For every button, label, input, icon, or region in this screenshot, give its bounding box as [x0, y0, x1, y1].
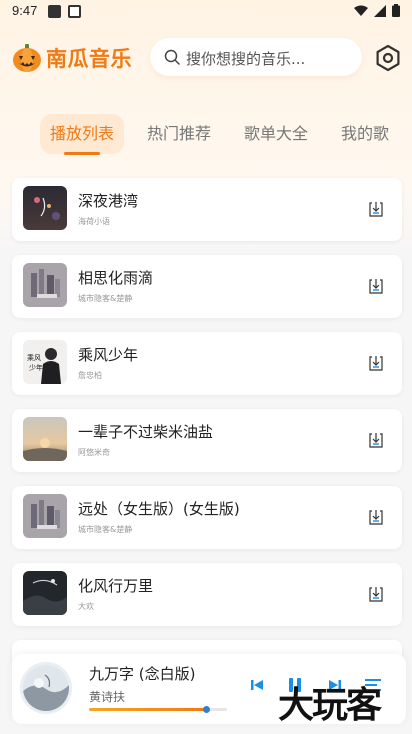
search-placeholder: 搜你想搜的音乐... [186, 50, 306, 68]
active-tab-indicator [64, 152, 100, 155]
album-cover [23, 186, 67, 230]
song-item[interactable]: 化风行万里 大欢 [12, 563, 402, 626]
album-cover [23, 571, 67, 615]
song-item[interactable]: 一辈子不过柴米油盐 阿悠米奇 [12, 409, 402, 472]
status-time: 9:47 [12, 3, 38, 18]
svg-text:乘风: 乘风 [27, 353, 41, 362]
album-cover: 乘风 少年 [23, 340, 67, 384]
song-artist: 城市隐客&楚静 [78, 525, 133, 534]
app-header: 南瓜音乐 搜你想搜的音乐... [0, 36, 412, 80]
song-artist: 城市隐客&楚静 [78, 294, 133, 303]
wifi-icon [354, 5, 368, 16]
download-icon[interactable] [367, 431, 385, 449]
now-playing-artist: 黄诗扶 [89, 690, 126, 704]
playback-progress-knob[interactable] [203, 706, 211, 713]
song-title: 深夜港湾 [78, 192, 139, 210]
tab-my-songs[interactable]: 我的歌 [341, 114, 389, 154]
pumpkin-logo-icon [13, 44, 41, 72]
download-icon[interactable] [367, 508, 385, 526]
song-title: 远处（女生版）(女生版) [78, 500, 240, 518]
tab-hot-recommend[interactable]: 热门推荐 [147, 114, 211, 154]
watermark-logo: 大玩客 [278, 684, 382, 726]
song-item[interactable]: 远处（女生版）(女生版) 城市隐客&楚静 [12, 486, 402, 549]
notification-icon [48, 5, 61, 18]
app-title: 南瓜音乐 [46, 47, 132, 71]
battery-icon [392, 4, 400, 17]
album-cover [23, 494, 67, 538]
previous-track-icon[interactable] [246, 674, 268, 696]
song-artist: 海荷小语 [78, 217, 110, 226]
app-notification-icon [68, 5, 81, 18]
playback-progress[interactable] [89, 706, 227, 713]
song-title: 乘风少年 [78, 346, 139, 364]
download-icon[interactable] [367, 277, 385, 295]
download-icon[interactable] [367, 585, 385, 603]
song-item[interactable]: 乘风 少年 乘风少年 詹忠柏 [12, 332, 402, 395]
song-item[interactable]: 深夜港湾 海荷小语 [12, 178, 402, 241]
song-artist: 阿悠米奇 [78, 448, 110, 457]
search-icon [164, 49, 180, 65]
album-cover [23, 417, 67, 461]
download-icon[interactable] [367, 200, 385, 218]
playback-progress-fill [89, 708, 207, 711]
tab-playlist-collection[interactable]: 歌单大全 [244, 114, 308, 154]
status-bar: 9:47 [0, 0, 412, 24]
album-cover [23, 263, 67, 307]
settings-icon[interactable] [374, 44, 402, 72]
svg-text:少年: 少年 [29, 363, 43, 372]
song-item[interactable]: 相思化雨滴 城市隐客&楚静 [12, 255, 402, 318]
signal-icon [374, 4, 386, 17]
song-title: 一辈子不过柴米油盐 [78, 423, 214, 441]
now-playing-title: 九万字 (念白版) [89, 665, 196, 683]
download-icon[interactable] [367, 354, 385, 372]
song-title: 化风行万里 [78, 577, 154, 595]
tab-playlist[interactable]: 播放列表 [40, 114, 125, 154]
song-title: 相思化雨滴 [78, 269, 154, 287]
now-playing-cover[interactable] [20, 662, 72, 714]
song-artist: 詹忠柏 [78, 371, 102, 380]
status-indicators [354, 4, 400, 17]
category-tabs: 播放列表 热门推荐 歌单大全 我的歌 [0, 110, 412, 158]
search-bar[interactable]: 搜你想搜的音乐... [150, 38, 362, 76]
song-artist: 大欢 [78, 602, 94, 611]
